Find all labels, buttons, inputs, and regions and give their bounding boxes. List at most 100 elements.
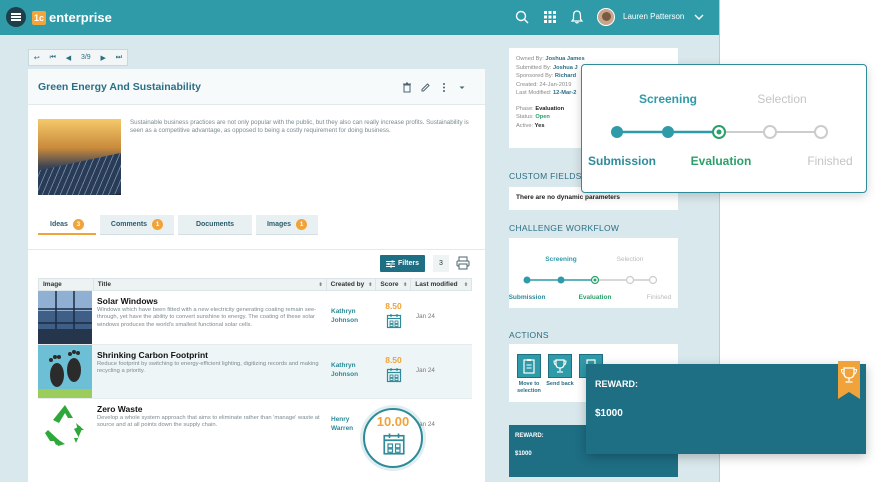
sort-icon: ⬍: [463, 281, 469, 288]
step-submission: [611, 126, 623, 138]
meta-value[interactable]: Richard: [555, 73, 576, 79]
stage-label: Finished: [647, 294, 672, 301]
idea-title[interactable]: Shrinking Carbon Footprint: [97, 350, 208, 360]
idea-thumbnail: [38, 399, 93, 453]
stage-label: Screening: [639, 92, 697, 106]
creator-link[interactable]: Kathryn Johnson: [331, 308, 371, 325]
idea-title[interactable]: Solar Windows: [97, 296, 158, 306]
page-title: Green Energy And Sustainability: [38, 81, 201, 93]
apps-grid-icon[interactable]: [542, 9, 558, 25]
calendar-icon: [386, 368, 401, 383]
delete-icon[interactable]: [402, 82, 412, 93]
prev-page-icon[interactable]: ◀: [66, 54, 71, 62]
score-value: 8.50: [385, 301, 402, 311]
tab-comments[interactable]: Comments 1: [100, 215, 174, 235]
creator-cell: Kathryn Johnson: [327, 345, 377, 398]
move-to-selection-button[interactable]: Move to selection: [515, 354, 543, 394]
meta-value: 24-Jan-2019: [539, 81, 572, 88]
solar-window-image: [38, 291, 92, 344]
divider: [28, 249, 485, 250]
score-badge[interactable]: 8.50: [377, 355, 410, 383]
workflow-card: Screening Selection Submission Evaluatio…: [509, 238, 678, 308]
count-badge: 1: [296, 219, 308, 230]
tab-bar: Ideas 3 Comments 1 Documents Images 1: [38, 215, 478, 235]
caret-down-icon[interactable]: [458, 82, 466, 93]
recycle-icon: [38, 399, 92, 452]
table-row[interactable]: Shrinking Carbon Footprint Reduce footpr…: [38, 345, 472, 399]
meta-label: Submitted By:: [516, 64, 552, 71]
tab-ideas[interactable]: Ideas 3: [38, 215, 96, 235]
print-icon[interactable]: [456, 256, 470, 270]
table-row[interactable]: Solar Windows Windows which have been fi…: [38, 291, 472, 345]
search-icon[interactable]: [514, 9, 530, 25]
challenge-image: [38, 119, 121, 195]
brand-badge: 1c: [32, 10, 47, 25]
chevron-down-icon[interactable]: [693, 11, 705, 23]
meta-value[interactable]: Joshua James: [545, 56, 584, 62]
count-badge: 3: [72, 218, 84, 230]
record-pager: ↩ ⏮ ◀ 3/9 ▶ ⏭: [28, 49, 128, 66]
tab-documents[interactable]: Documents: [178, 215, 252, 235]
highlight-score: 10.00: [376, 414, 410, 429]
step-screening: [662, 126, 674, 138]
meta-label: Last Modified:: [516, 90, 552, 96]
edit-icon[interactable]: [420, 82, 431, 93]
back-icon[interactable]: ↩: [34, 54, 40, 62]
creator-link[interactable]: Kathryn Johnson: [331, 362, 371, 379]
column-header-title[interactable]: Title ⬍: [94, 279, 327, 290]
bell-icon[interactable]: [569, 9, 585, 25]
idea-description: Develop a whole system approach that aim…: [97, 415, 320, 429]
idea-thumbnail: [38, 345, 93, 398]
column-header-label: Score: [380, 281, 399, 288]
step-selection: [625, 275, 635, 285]
tab-label: Documents: [195, 221, 235, 228]
top-bar: 1c enterprise Lauren Patterson: [0, 0, 719, 35]
sort-icon: ⬍: [318, 281, 323, 288]
score-magnifier: 10.00: [363, 408, 423, 468]
avatar[interactable]: [597, 8, 615, 26]
last-modified-date: Jan 24: [416, 367, 435, 374]
meta-value: Evaluation: [535, 105, 565, 112]
title-row: Green Energy And Sustainability: [28, 69, 485, 105]
owned-by: Owned By: Joshua James: [516, 55, 671, 64]
reward-popup: REWARD: $1000: [586, 361, 866, 454]
stage-label: Submission: [509, 294, 545, 301]
step-screening: [557, 276, 565, 284]
workflow-popup: Screening Selection Submission Evaluatio…: [581, 64, 867, 193]
next-page-icon[interactable]: ▶: [101, 54, 106, 62]
reward-label: REWARD:: [515, 433, 544, 439]
last-modified-date: Jan 24: [416, 313, 435, 320]
step-selection: [763, 125, 777, 139]
meta-value[interactable]: Joshua J: [553, 65, 578, 71]
score-badge[interactable]: 8.50: [377, 301, 410, 329]
menu-icon[interactable]: [6, 7, 26, 27]
user-name[interactable]: Lauren Patterson: [623, 12, 684, 21]
last-page-icon[interactable]: ⏭: [116, 54, 122, 62]
send-back-button[interactable]: Send back: [546, 354, 574, 388]
column-header-created-by[interactable]: Created by ⬍: [327, 279, 377, 290]
meta-label: Created:: [516, 81, 538, 88]
column-header-score[interactable]: Score ⬍: [376, 279, 412, 290]
pager-position: 3/9: [80, 54, 91, 61]
stage-label: Submission: [588, 154, 656, 168]
more-options-icon[interactable]: [441, 82, 447, 93]
workflow-heading: CHALLENGE WORKFLOW: [509, 223, 620, 233]
action-label: Send back: [546, 381, 574, 387]
step-finished: [648, 275, 658, 285]
score-value: 8.50: [385, 355, 402, 365]
reward-value: $1000: [595, 408, 623, 419]
sort-icon: ⬍: [368, 281, 373, 288]
tab-images[interactable]: Images 1: [256, 215, 318, 235]
idea-title-cell: Zero Waste Develop a whole system approa…: [93, 399, 327, 453]
filters-button[interactable]: Filters: [380, 255, 425, 272]
reward-label: REWARD:: [595, 379, 638, 389]
workflow-stepper: Screening Selection Submission Evaluatio…: [509, 256, 672, 301]
column-header-last-modified[interactable]: Last modified ⬍: [411, 279, 471, 290]
calendar-icon: [386, 314, 401, 329]
column-header-label: Created by: [330, 281, 365, 288]
stage-label: Finished: [807, 154, 852, 168]
first-page-icon[interactable]: ⏮: [50, 54, 56, 62]
trophy-icon: [548, 354, 572, 378]
brand-logo[interactable]: 1c enterprise: [32, 10, 112, 25]
idea-title[interactable]: Zero Waste: [97, 404, 143, 414]
